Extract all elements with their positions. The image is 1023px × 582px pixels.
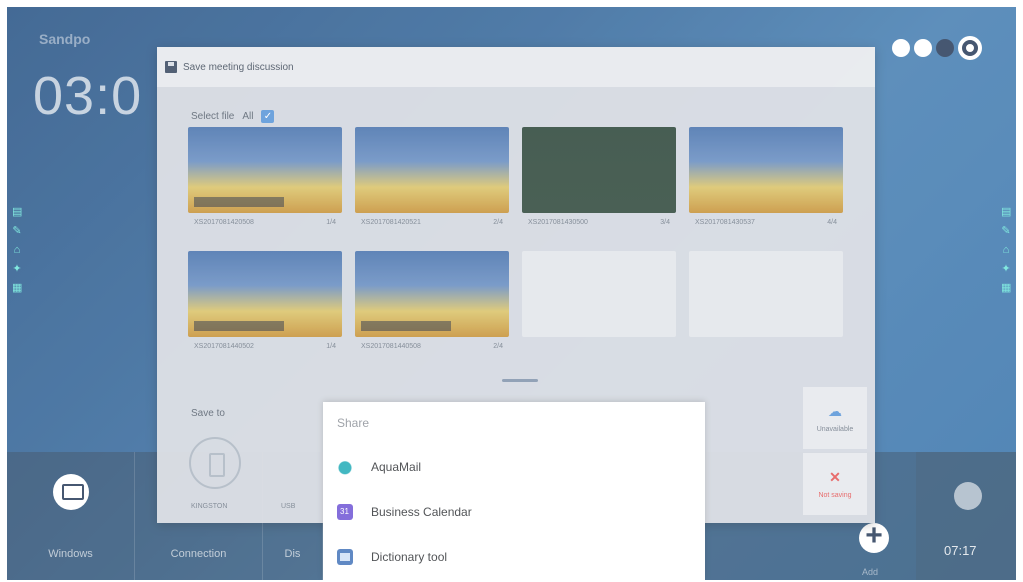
thumbnail[interactable]: XS2017081440508 2/4 (355, 251, 509, 361)
home-icon[interactable]: ⌂ (12, 245, 22, 256)
usb-sub-label: USB (281, 503, 296, 510)
cloud-label: Unavailable (816, 426, 854, 433)
desktop-clock: 03:0 (33, 66, 143, 126)
thumbnail-caption: XS2017081440502 1/4 (188, 343, 342, 350)
thumbnail-name: XS2017081440502 (194, 343, 254, 350)
thumbnail-caption: XS2017081430500 3/4 (522, 219, 676, 226)
moon-icon[interactable] (936, 39, 954, 57)
note-icon[interactable]: ▤ (1001, 207, 1011, 218)
thumbnail-image (522, 127, 676, 213)
thumbnail[interactable]: XS2017081440502 1/4 (188, 251, 342, 361)
cloud-save-button[interactable]: ☁ Unavailable (803, 387, 867, 449)
settings-icon[interactable]: ✦ (1001, 264, 1011, 275)
not-saving-button[interactable]: ✕ Not saving (803, 453, 867, 515)
task-label: Windows (48, 548, 93, 560)
all-label: All (242, 111, 254, 122)
aquamail-icon (337, 459, 353, 475)
share-item-aquamail[interactable]: AquaMail (337, 452, 421, 482)
thumbnail-caption: XS2017081430537 4/4 (689, 219, 843, 226)
task-tile-windows[interactable]: Windows (7, 452, 135, 580)
thumbnail-name: XS2017081430500 (528, 219, 588, 226)
edit-icon[interactable]: ✎ (12, 226, 22, 237)
page-indicator (502, 379, 538, 382)
save-icon (165, 61, 177, 73)
add-label: Add (862, 567, 879, 577)
not-saving-label: Not saving (818, 492, 852, 499)
thumbnail-page: 1/4 (326, 219, 336, 226)
share-sheet: Share AquaMail Business Calendar Diction… (323, 402, 705, 580)
thumbnail-image (689, 251, 843, 337)
thumbnail-image (188, 127, 342, 213)
thumbnail[interactable]: XS2017081420508 1/4 (188, 127, 342, 237)
dialog-header: Save meeting discussion (157, 47, 875, 87)
usb-label: KINGSTON (191, 503, 228, 510)
select-file-row: Select file All ✓ (191, 110, 275, 123)
home-icon[interactable] (914, 39, 932, 57)
edit-icon[interactable]: ✎ (1001, 226, 1011, 237)
share-item-dictionary-tool[interactable]: Dictionary tool (337, 542, 447, 572)
thumbnail-page: 4/4 (827, 219, 837, 226)
thumbnail-image (355, 251, 509, 337)
thumbnail-image (188, 251, 342, 337)
settings-icon[interactable]: ✦ (12, 264, 22, 275)
note-icon[interactable]: ▤ (12, 207, 22, 218)
close-icon: ✕ (829, 469, 841, 485)
thumbnail-name: XS2017081420521 (361, 219, 421, 226)
gear-icon[interactable] (958, 36, 982, 60)
task-label: Connection (170, 548, 227, 560)
right-side-toolbar: ▤ ✎ ⌂ ✦ ▦ (1001, 207, 1011, 294)
taskbar-time: 07:17 (944, 543, 977, 558)
thumbnail-page: 3/4 (660, 219, 670, 226)
thumbnail-page: 2/4 (493, 219, 503, 226)
desktop-title: Sandpo (39, 31, 91, 47)
share-item-business-calendar[interactable]: Business Calendar (337, 497, 472, 527)
thumbnail-page: 2/4 (493, 343, 503, 350)
cloud-icon: ☁ (828, 403, 842, 419)
desktop-background: Sandpo 03:0 ▤ ✎ ⌂ ✦ ▦ ▤ ✎ ⌂ ✦ ▦ Windows … (7, 7, 1016, 580)
calendar-icon (337, 504, 353, 520)
thumbnail-name: XS2017081440508 (361, 343, 421, 350)
thumbnail-name: XS2017081430537 (695, 219, 755, 226)
add-button[interactable]: + (859, 521, 889, 553)
thumbnail-page: 1/4 (326, 343, 336, 350)
share-title: Share (337, 416, 370, 430)
dialog-title: Save meeting discussion (183, 61, 294, 73)
select-all-checkbox[interactable]: ✓ (261, 110, 275, 123)
thumbnail-placeholder (522, 251, 676, 361)
top-right-toolbar (892, 36, 982, 60)
thumbnail-placeholder (689, 251, 843, 361)
select-file-label: Select file (191, 111, 235, 122)
thumbnail-name: XS2017081420508 (194, 219, 254, 226)
thumbnail[interactable]: XS2017081420521 2/4 (355, 127, 509, 237)
task-tile-clock[interactable]: 07:17 (916, 452, 1016, 580)
apps-icon[interactable]: ▦ (1001, 283, 1011, 294)
thumbnail[interactable]: XS2017081430537 4/4 (689, 127, 843, 237)
home-icon[interactable]: ⌂ (1001, 245, 1011, 256)
thumbnail-caption: XS2017081440508 2/4 (355, 343, 509, 350)
left-side-toolbar: ▤ ✎ ⌂ ✦ ▦ (12, 207, 22, 294)
share-item-label: Business Calendar (371, 505, 472, 519)
apps-icon[interactable]: ▦ (12, 283, 22, 294)
thumbnail-caption: XS2017081420521 2/4 (355, 219, 509, 226)
task-label: Dis (284, 548, 301, 560)
save-to-label: Save to (191, 408, 225, 419)
share-item-label: AquaMail (371, 460, 422, 474)
clock-icon (954, 482, 982, 510)
monitor-icon (53, 474, 89, 510)
usb-drive-icon[interactable] (189, 437, 241, 489)
share-item-label: Dictionary tool (371, 550, 448, 564)
thumbnail-image (355, 127, 509, 213)
thumbnail-image (522, 251, 676, 337)
thumbnail-caption: XS2017081420508 1/4 (188, 219, 342, 226)
user-icon[interactable] (892, 39, 910, 57)
dictionary-icon (337, 549, 353, 565)
thumbnail-image (689, 127, 843, 213)
thumbnail[interactable]: XS2017081430500 3/4 (522, 127, 676, 237)
